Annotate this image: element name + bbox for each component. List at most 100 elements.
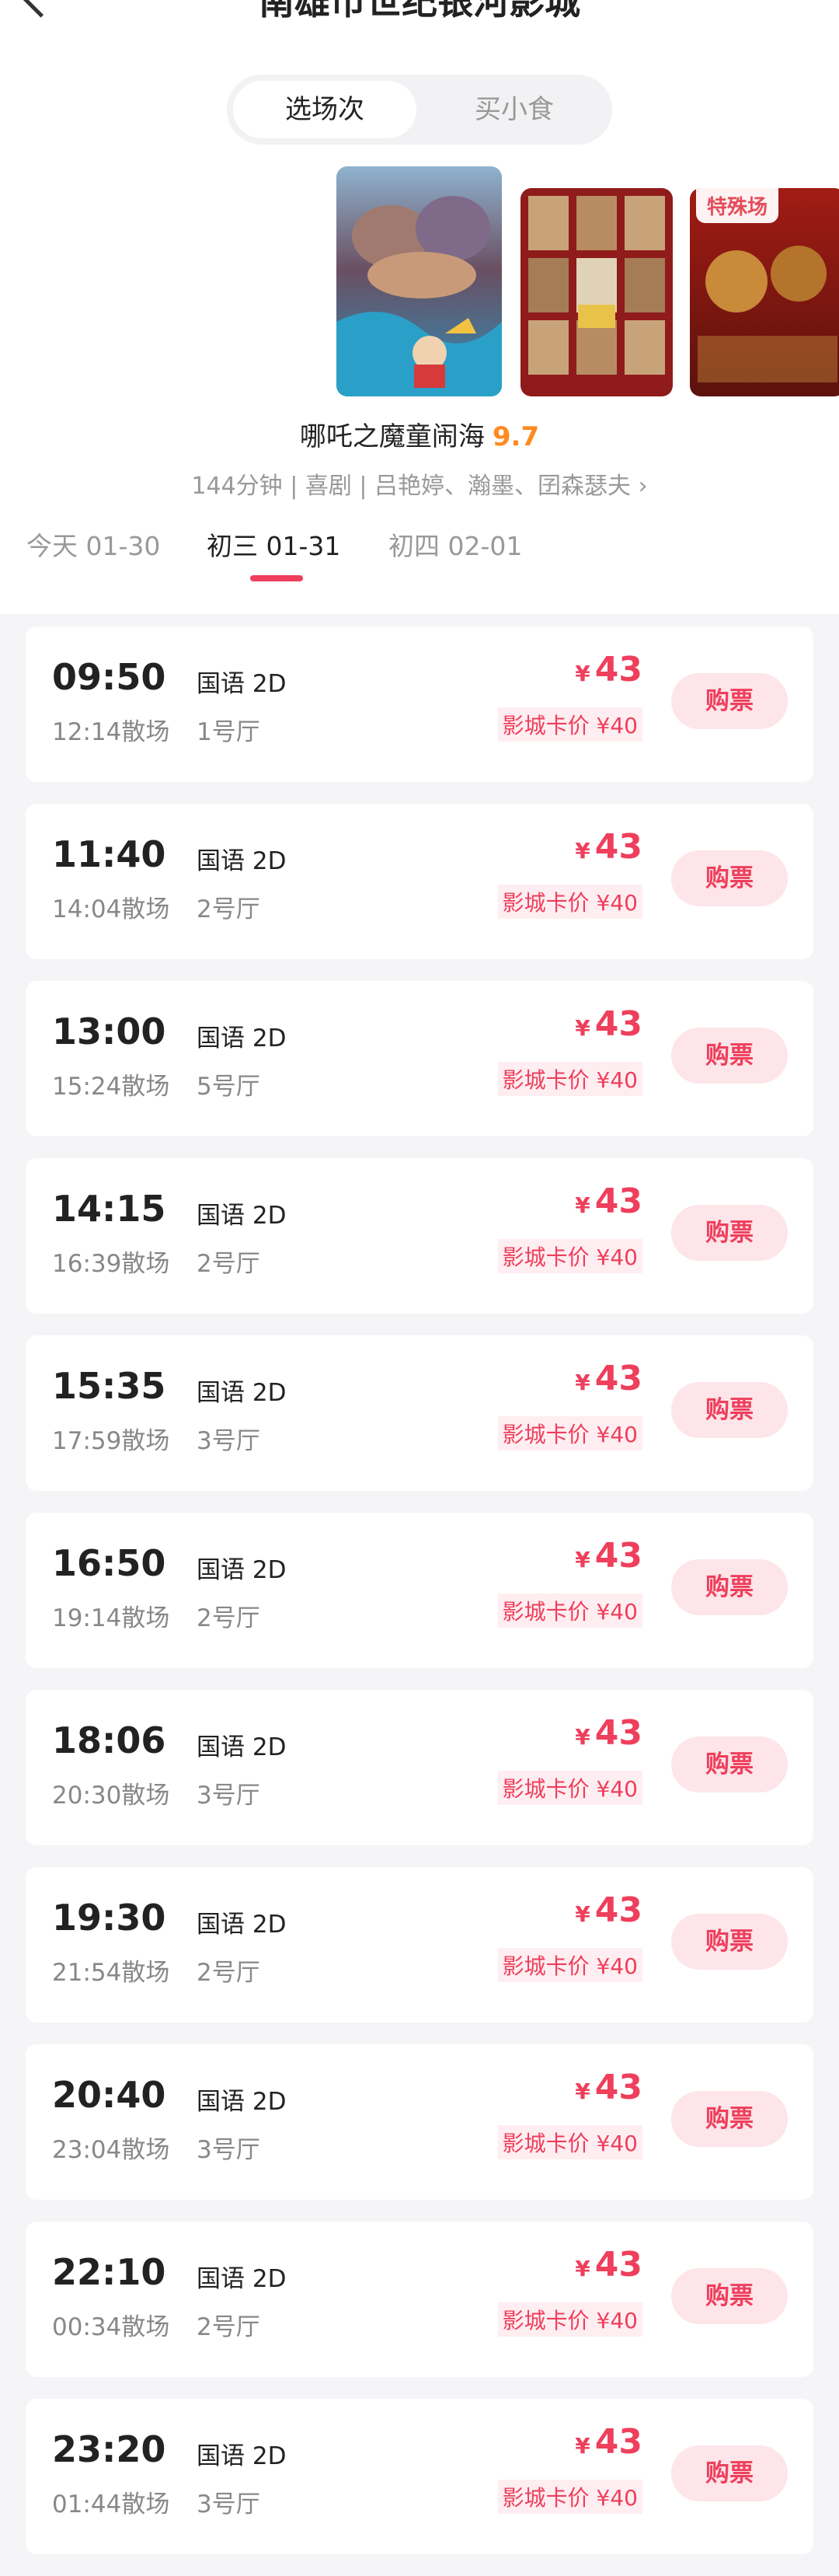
ticket-price: ¥43 [575,1004,642,1044]
end-time: 19:14散场 [52,1604,170,1632]
buy-ticket-button[interactable]: 购票 [671,2268,788,2324]
price-value: 43 [594,2245,642,2285]
ticket-price: ¥43 [575,2068,642,2107]
ticket-price: ¥43 [575,2422,642,2462]
member-card-price: 影城卡价 ¥40 [497,1771,642,1805]
price-value: 43 [594,2068,642,2107]
buy-ticket-button[interactable]: 购票 [671,2091,788,2147]
showtime-card[interactable]: 18:06 20:30散场 国语 2D 3号厅 ¥43 影城卡价 ¥40 购票 [26,1690,813,1845]
poster-3[interactable]: 特殊场 [690,188,839,396]
ticket-price: ¥43 [575,1536,642,1576]
showtime-card[interactable]: 11:40 14:04散场 国语 2D 2号厅 ¥43 影城卡价 ¥40 购票 [26,804,813,959]
header: 南雄市世纪银河影城 选场次 买小食 特殊场 哪吒之魔童闹海 9.7 144分钟 … [0,0,839,614]
price-value: 43 [594,1536,642,1576]
poster-selected[interactable] [336,166,502,396]
showtime-card[interactable]: 22:10 00:34散场 国语 2D 2号厅 ¥43 影城卡价 ¥40 购票 [26,2222,813,2377]
ticket-price: ¥43 [575,1359,642,1398]
start-time: 20:40 [52,2074,166,2116]
language-format: 国语 2D [197,1024,287,1052]
end-time: 20:30散场 [52,1782,170,1810]
currency-symbol: ¥ [575,2079,590,2104]
price-value: 43 [594,1359,642,1398]
end-time: 00:34散场 [52,2313,170,2341]
showtime-card[interactable]: 09:50 12:14散场 国语 2D 1号厅 ¥43 影城卡价 ¥40 购票 [26,627,813,782]
buy-ticket-button[interactable]: 购票 [671,1914,788,1970]
date-tab-0201[interactable]: 初四 02-01 [388,525,522,563]
price-value: 43 [594,1713,642,1753]
price-value: 43 [594,650,642,689]
movie-score: 9.7 [492,421,540,452]
poster-carousel[interactable]: 特殊场 [0,163,839,404]
end-time: 17:59散场 [52,1427,170,1455]
buy-ticket-button[interactable]: 购票 [671,1382,788,1438]
price-value: 43 [594,2422,642,2462]
start-time: 18:06 [52,1719,166,1761]
start-time: 15:35 [52,1365,166,1407]
showtime-card[interactable]: 20:40 23:04散场 国语 2D 3号厅 ¥43 影城卡价 ¥40 购票 [26,2044,813,2200]
showtime-card[interactable]: 14:15 16:39散场 国语 2D 2号厅 ¥43 影城卡价 ¥40 购票 [26,1158,813,1314]
buy-ticket-button[interactable]: 购票 [671,673,788,729]
currency-symbol: ¥ [575,1370,590,1395]
hall-name: 2号厅 [197,1604,260,1632]
language-format: 国语 2D [197,2442,287,2470]
movie-meta[interactable]: 144分钟 | 喜剧 | 吕艳婷、瀚墨、囝森瑟夫 › [0,466,839,501]
buy-ticket-button[interactable]: 购票 [671,850,788,906]
showtime-card[interactable]: 16:50 19:14散场 国语 2D 2号厅 ¥43 影城卡价 ¥40 购票 [26,1513,813,1668]
currency-symbol: ¥ [575,1724,590,1750]
member-card-price: 影城卡价 ¥40 [497,1948,642,1982]
date-tab-0131[interactable]: 初三 01-31 [207,525,340,563]
member-card-price: 影城卡价 ¥40 [497,1593,642,1628]
cinema-title: 南雄市世纪银河影城 [259,0,580,23]
end-time: 01:44散场 [52,2490,170,2518]
tab-select-showtime[interactable]: 选场次 [233,81,416,138]
end-time: 15:24散场 [52,1073,170,1101]
ticket-price: ¥43 [575,1182,642,1221]
hall-name: 2号厅 [197,895,260,923]
showtime-card[interactable]: 19:30 21:54散场 国语 2D 2号厅 ¥43 影城卡价 ¥40 购票 [26,1867,813,2023]
ticket-price: ¥43 [575,2245,642,2285]
price-value: 43 [594,1890,642,1930]
member-card-price: 影城卡价 ¥40 [497,707,642,742]
date-tabs: 今天 01-30 初三 01-31 初四 02-01 [0,519,839,581]
buy-ticket-button[interactable]: 购票 [671,1205,788,1261]
movie-info[interactable]: 哪吒之魔童闹海 9.7 [0,415,839,453]
member-card-price: 影城卡价 ¥40 [497,2302,642,2337]
buy-ticket-button[interactable]: 购票 [671,1028,788,1084]
currency-symbol: ¥ [575,838,590,864]
movie-title: 哪吒之魔童闹海 [299,421,485,452]
currency-symbol: ¥ [575,1015,590,1041]
end-time: 14:04散场 [52,895,170,923]
currency-symbol: ¥ [575,1901,590,1927]
end-time: 21:54散场 [52,1959,170,1987]
member-card-price: 影城卡价 ¥40 [497,1062,642,1096]
hall-name: 2号厅 [197,1959,260,1987]
poster-2[interactable] [520,188,673,396]
language-format: 国语 2D [197,1911,287,1939]
member-card-price: 影城卡价 ¥40 [497,2125,642,2159]
ticket-price: ¥43 [575,650,642,689]
start-time: 11:40 [52,833,166,875]
language-format: 国语 2D [197,670,287,698]
date-tab-indicator [250,575,303,581]
member-card-price: 影城卡价 ¥40 [497,2480,642,2514]
start-time: 09:50 [52,656,166,698]
language-format: 国语 2D [197,2265,287,2293]
showtime-card[interactable]: 13:00 15:24散场 国语 2D 5号厅 ¥43 影城卡价 ¥40 购票 [26,981,813,1136]
language-format: 国语 2D [197,847,287,875]
buy-ticket-button[interactable]: 购票 [671,1737,788,1792]
hall-name: 5号厅 [197,1073,260,1101]
price-value: 43 [594,827,642,867]
hall-name: 1号厅 [197,718,260,746]
start-time: 16:50 [52,1542,166,1584]
buy-ticket-button[interactable]: 购票 [671,2445,788,2501]
tab-buy-snacks[interactable]: 买小食 [423,81,606,138]
member-card-price: 影城卡价 ¥40 [497,1416,642,1450]
start-time: 22:10 [52,2251,166,2293]
price-value: 43 [594,1182,642,1221]
buy-ticket-button[interactable]: 购票 [671,1559,788,1615]
showtime-card[interactable]: 23:20 01:44散场 国语 2D 3号厅 ¥43 影城卡价 ¥40 购票 [26,2399,813,2554]
showtime-card[interactable]: 15:35 17:59散场 国语 2D 3号厅 ¥43 影城卡价 ¥40 购票 [26,1335,813,1491]
end-time: 16:39散场 [52,1250,170,1278]
member-card-price: 影城卡价 ¥40 [497,1239,642,1273]
date-tab-today[interactable]: 今天 01-30 [26,525,160,563]
